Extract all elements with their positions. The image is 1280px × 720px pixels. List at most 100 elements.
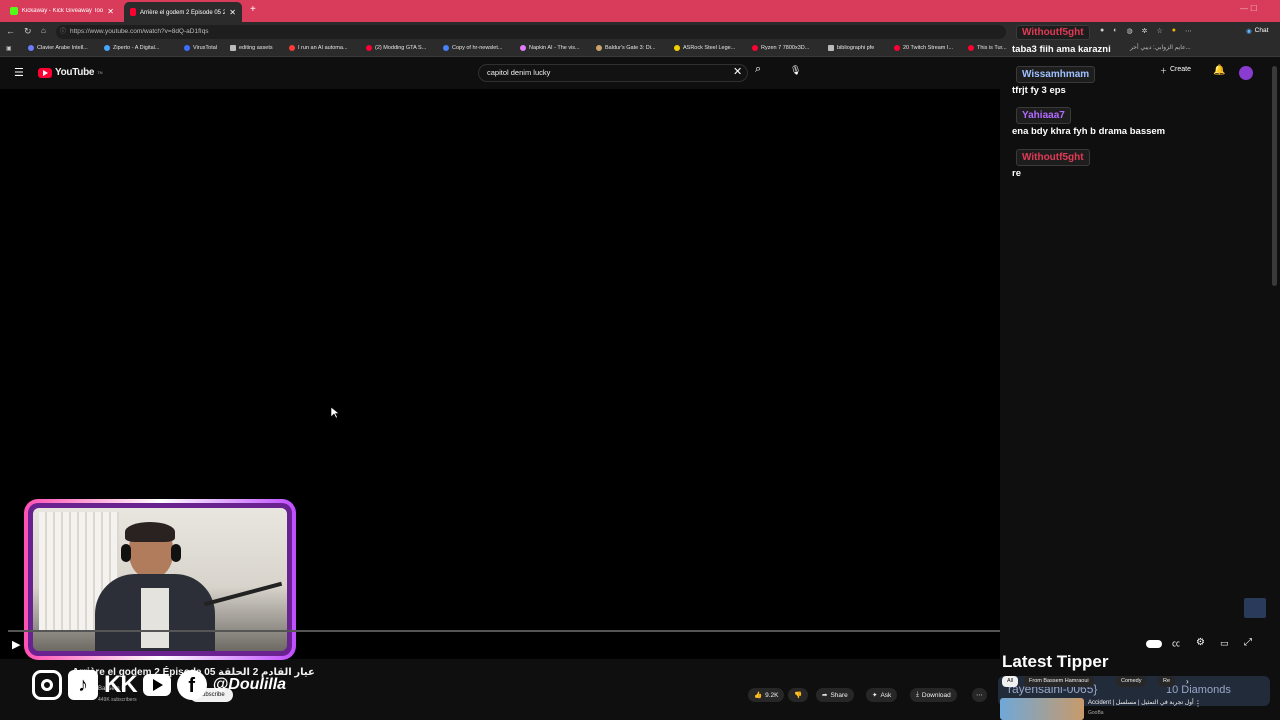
filter-chip-comedy[interactable]: Comedy (1116, 676, 1147, 687)
back-arrow-icon[interactable]: ← (6, 26, 15, 36)
bookmark-item[interactable]: Napkin AI - The vis... (520, 45, 580, 51)
like-count: 9.2K (765, 691, 779, 699)
close-tab-icon[interactable]: ✕ (229, 8, 236, 17)
clear-search-icon[interactable]: ✕ (733, 65, 742, 78)
home-icon[interactable]: ⌂ (41, 26, 46, 35)
social-overlay: ♪ KK f @Doulilla (32, 670, 286, 700)
chat-side-text: عايم الزوابي: ديبي أحر... (1130, 45, 1191, 51)
bookmark-item[interactable]: VirusTotal (184, 45, 217, 51)
close-tab-icon[interactable]: ✕ (107, 7, 114, 16)
bookmark-item[interactable]: Clavier Arabe Intell... (28, 45, 88, 51)
browser-chat-button[interactable]: ◉ Chat (1246, 27, 1268, 35)
bookmark-item[interactable]: editing assets (230, 45, 273, 51)
more-actions-button[interactable]: ⋯ (972, 688, 987, 702)
chat-username-text: Withoutf5ght (1022, 152, 1084, 163)
notifications-bell-icon[interactable]: 🔔 (1213, 65, 1225, 76)
ask-button[interactable]: ✦ Ask (866, 688, 898, 702)
plus-icon: ＋ (1160, 68, 1167, 75)
chat-message: tfrjt fy 3 eps (1012, 85, 1066, 96)
dislike-button[interactable]: 👎 (788, 688, 809, 702)
bookmark-item[interactable]: ASRock Steel Lege... (674, 45, 735, 51)
site-info-icon[interactable]: ⓘ (60, 25, 66, 39)
bookmark-item[interactable]: bibliographi pfe (828, 45, 874, 51)
reload-icon[interactable]: ↻ (24, 26, 32, 37)
download-label: Download (921, 691, 951, 699)
microphone-icon[interactable]: 🎙 (790, 65, 801, 76)
bookmark-label: Baldur's Gate 3: Di... (605, 45, 656, 51)
new-tab-icon[interactable]: + (250, 4, 256, 15)
more-vertical-icon[interactable]: ⋮ (1194, 699, 1202, 708)
extension-icon[interactable]: ◐ (1113, 27, 1117, 35)
tab-title: Arrière el godem 2 Épisode 05 عيار القاد… (139, 9, 226, 16)
folder-icon (828, 45, 834, 51)
bookmark-favicon-icon (443, 45, 449, 51)
window-controls[interactable]: — ☐ (1240, 4, 1257, 13)
puzzle-icon[interactable]: ✲ (1142, 27, 1148, 35)
tab-title: Kickaway - Kick Giveaway Tool (21, 8, 104, 14)
filter-chip-all[interactable]: All (1002, 676, 1019, 687)
share-button[interactable]: ➦ Share (816, 688, 854, 702)
recommended-thumbnail[interactable] (1000, 698, 1084, 720)
bookmark-label: ASRock Steel Lege... (683, 45, 736, 51)
like-button[interactable]: 👍 9.2K (748, 688, 785, 702)
account-avatar[interactable] (1239, 66, 1253, 80)
youtube-logo[interactable]: YouTube TN (38, 67, 103, 78)
chevron-right-icon[interactable]: › (1186, 677, 1189, 686)
extension-icon[interactable]: ● (1100, 27, 1104, 35)
bookmark-item[interactable]: (2) Modding GTA S... (366, 45, 426, 51)
hamburger-menu-icon[interactable]: ☰ (14, 66, 24, 79)
bookmark-favicon-icon (520, 45, 526, 51)
tab-youtube-video[interactable]: Arrière el godem 2 Épisode 05 عيار القاد… (124, 2, 242, 22)
autoplay-toggle[interactable] (1146, 640, 1162, 648)
thumbs-down-icon: 👎 (794, 692, 803, 699)
download-button[interactable]: ⤓ Download (910, 688, 957, 702)
chat-username: Withoutf5ght (1016, 25, 1090, 40)
bookmark-label: Copy of hr-newslet... (452, 45, 503, 51)
page-scrollbar[interactable] (1272, 66, 1277, 286)
channel-watermark[interactable] (1244, 598, 1266, 618)
bookmark-item[interactable]: I run an AI automa... (289, 45, 348, 51)
bookmark-item[interactable]: 20 Twitch Stream I... (894, 45, 953, 51)
star-icon[interactable]: ☆ (1156, 27, 1162, 35)
theater-mode-icon[interactable]: ▭ (1220, 638, 1229, 649)
bookmark-item[interactable]: Copy of hr-newslet... (443, 45, 502, 51)
kick-favicon-icon (10, 7, 18, 15)
bookmark-favicon-icon (894, 45, 900, 51)
bookmark-item[interactable]: Ryzen 7 7800x3D... (752, 45, 809, 51)
bookmark-label: 20 Twitch Stream I... (903, 45, 954, 51)
browser-chat-label: Chat (1254, 27, 1269, 34)
progress-bar[interactable] (8, 630, 1000, 632)
bookmark-item[interactable]: Baldur's Gate 3: Di... (596, 45, 656, 51)
recommended-title[interactable]: Accident | أول تجربة في التمثيل | مسلسل (1088, 699, 1194, 706)
filter-chip-more[interactable]: Re (1158, 676, 1176, 687)
fullscreen-icon[interactable]: ⤢ (1244, 637, 1252, 648)
bookmark-item[interactable]: Ziperto - A Digital... (104, 45, 159, 51)
settings-gear-icon[interactable]: ⚙ (1196, 637, 1205, 648)
search-icon[interactable]: ⌕ (755, 63, 761, 76)
chat-username: Yahiaaa7 (1016, 107, 1071, 124)
apps-icon[interactable]: ▣ (6, 45, 12, 52)
search-input[interactable]: capitol denim lucky (478, 64, 748, 82)
chat-username: Withoutf5ght (1016, 149, 1090, 166)
bookmark-item[interactable]: This is Tur... (968, 45, 1007, 51)
url-input[interactable]: ⓘ https://www.youtube.com/watch?v=8dQ-aD… (56, 25, 1006, 39)
profile-icon[interactable]: ● (1172, 27, 1176, 35)
bookmark-favicon-icon (104, 45, 110, 51)
chat-message: taba3 fiih ama karazni (1012, 44, 1111, 55)
play-icon[interactable]: ▶ (12, 638, 20, 651)
extension-icon[interactable]: ◍ (1126, 27, 1132, 35)
thumbs-up-icon: 👍 (754, 692, 763, 699)
chat-username-text: Withoutf5ght (1022, 27, 1084, 38)
bookmark-label: bibliographi pfe (837, 45, 875, 51)
create-button[interactable]: ＋ Create (1160, 66, 1191, 76)
tab-kickaway[interactable]: Kickaway - Kick Giveaway Tool ✕ (4, 2, 120, 20)
extension-icons: ● ◐ ◍ ✲ ☆ ● ⋯ (1100, 27, 1192, 35)
tiktok-icon: ♪ (68, 670, 98, 700)
menu-dots-icon[interactable]: ⋯ (1185, 27, 1192, 35)
share-arrow-icon: ➦ (822, 692, 828, 699)
bookmark-favicon-icon (968, 45, 974, 51)
chip-label: Comedy (1121, 678, 1142, 684)
captions-icon[interactable]: ㏄ (1172, 638, 1180, 649)
bookmark-favicon-icon (752, 45, 758, 51)
filter-chip-channel[interactable]: From Bassem Hamraoui (1024, 676, 1094, 687)
